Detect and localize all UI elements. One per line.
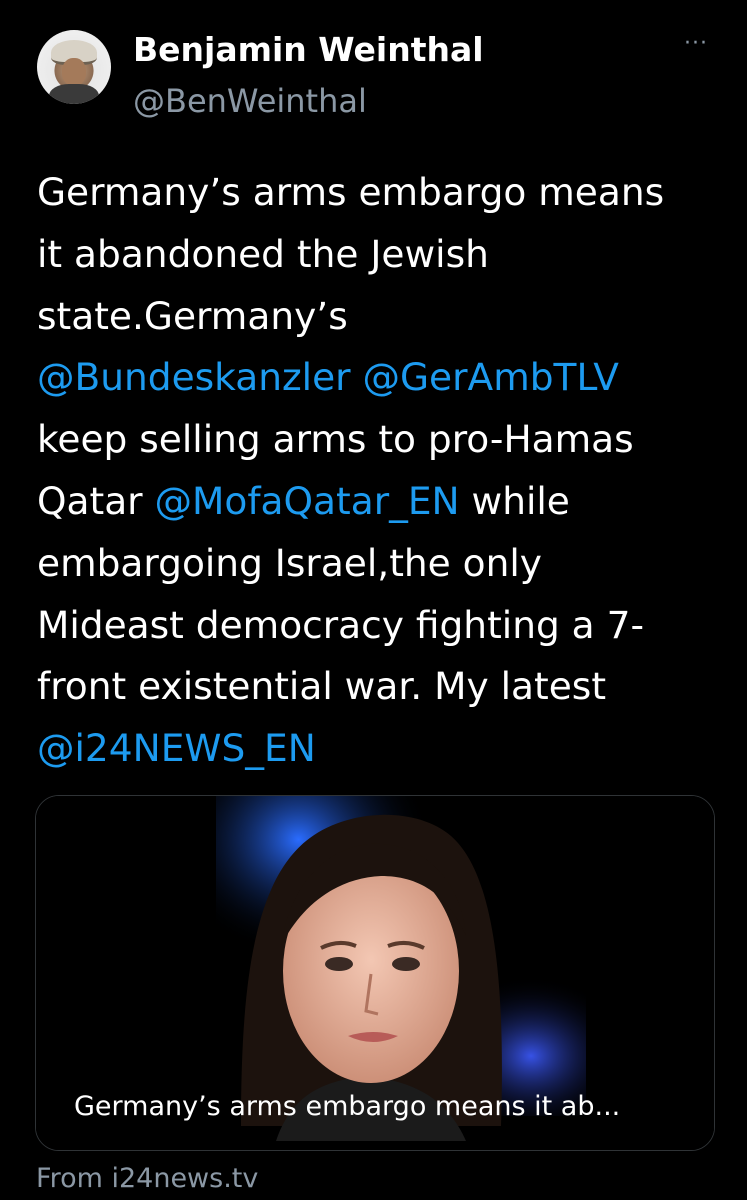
mention-link[interactable]: @Bundeskanzler <box>37 355 351 399</box>
tweet-text-line: it abandoned the Jewish <box>37 224 727 286</box>
tweet-text-segment: state.Germany’s <box>37 293 348 338</box>
tweet-text-segment <box>351 355 363 399</box>
tweet-text-segment: Qatar <box>37 478 155 523</box>
tweet: Benjamin Weinthal @BenWeinthal ··· Germa… <box>0 0 747 1200</box>
tweet-text-line: Qatar @MofaQatar_EN while <box>37 471 727 533</box>
tweet-text-segment: while <box>459 478 570 523</box>
tweet-text-line: @Bundeskanzler @GerAmbTLV <box>37 347 727 409</box>
tweet-text-line: @i24NEWS_EN <box>37 718 727 780</box>
avatar-face <box>62 58 86 86</box>
tweet-text-line: Germany’s arms embargo means <box>37 162 727 224</box>
tweet-text-segment: keep selling arms to pro-Hamas <box>37 417 634 462</box>
tweet-text-segment: embargoing Israel,the only <box>37 540 542 585</box>
link-card[interactable]: Germany’s arms embargo means it ab... <box>35 795 715 1151</box>
tweet-text-segment: Germany’s arms embargo means <box>37 170 665 214</box>
author-avatar[interactable] <box>37 30 111 104</box>
tweet-text: Germany’s arms embargo means it abandoned… <box>37 162 727 780</box>
tweet-text-line: embargoing Israel,the only <box>37 533 727 595</box>
tweet-text-line: state.Germany’s <box>37 286 727 348</box>
author-display-name[interactable]: Benjamin Weinthal <box>133 30 484 69</box>
avatar-body <box>49 84 99 104</box>
author-handle[interactable]: @BenWeinthal <box>133 82 367 120</box>
tweet-text-segment: front existential war. My latest <box>37 664 607 709</box>
tweet-text-line: keep selling arms to pro-Hamas <box>37 409 727 471</box>
tweet-text-line: Mideast democracy fighting a 7- <box>37 595 727 657</box>
link-card-source[interactable]: From i24news.tv <box>36 1163 258 1194</box>
more-options-icon[interactable]: ··· <box>676 33 716 55</box>
tweet-text-segment: Mideast democracy fighting a 7- <box>37 602 644 647</box>
mention-link[interactable]: @i24NEWS_EN <box>37 726 316 770</box>
mention-link[interactable]: @MofaQatar_EN <box>155 479 460 523</box>
tweet-text-segment: it abandoned the Jewish <box>37 231 489 276</box>
link-card-caption[interactable]: Germany’s arms embargo means it ab... <box>74 1091 620 1122</box>
tweet-text-line: front existential war. My latest <box>37 656 727 718</box>
mention-link[interactable]: @GerAmbTLV <box>363 355 619 399</box>
